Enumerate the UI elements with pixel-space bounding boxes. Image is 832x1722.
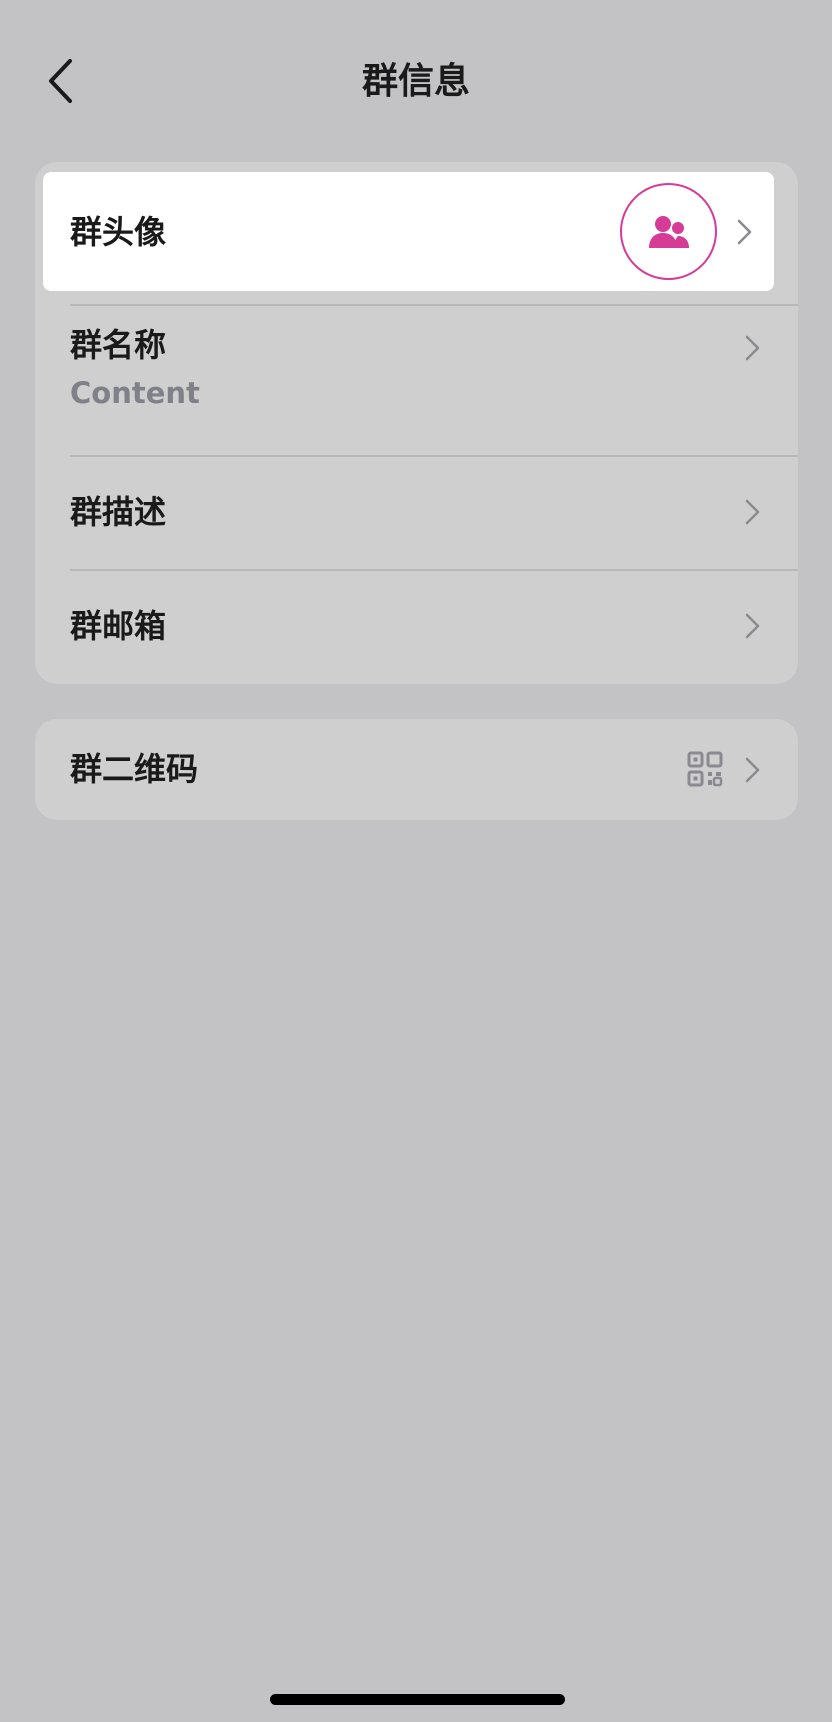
chevron-right-icon xyxy=(737,219,752,245)
group-name-value: Content xyxy=(70,376,200,410)
group-name-label: 群名称 xyxy=(70,326,167,364)
page-title: 群信息 xyxy=(361,61,470,102)
group-avatar-row[interactable]: 群头像 xyxy=(43,172,774,291)
chevron-right-icon xyxy=(745,613,760,639)
group-name-row[interactable]: 群名称 Content xyxy=(35,305,798,455)
group-qr-label: 群二维码 xyxy=(70,750,199,788)
group-description-row[interactable]: 群描述 xyxy=(35,456,798,569)
chevron-right-icon xyxy=(745,499,760,525)
home-indicator xyxy=(270,1694,565,1705)
chevron-right-icon xyxy=(745,757,760,783)
group-qr-card: 群二维码 xyxy=(35,719,798,820)
chevron-right-icon xyxy=(745,335,760,361)
group-qr-row[interactable]: 群二维码 xyxy=(35,719,798,820)
group-avatar-label: 群头像 xyxy=(70,213,167,251)
group-avatar[interactable] xyxy=(620,183,717,280)
group-email-row[interactable]: 群邮箱 xyxy=(35,570,798,684)
group-description-label: 群描述 xyxy=(70,493,167,531)
qr-code-icon xyxy=(687,751,723,787)
group-users-icon xyxy=(648,215,689,248)
group-email-label: 群邮箱 xyxy=(70,607,167,645)
group-info-card: 群头像 群名称 Content 群描述 群邮箱 xyxy=(35,162,798,684)
